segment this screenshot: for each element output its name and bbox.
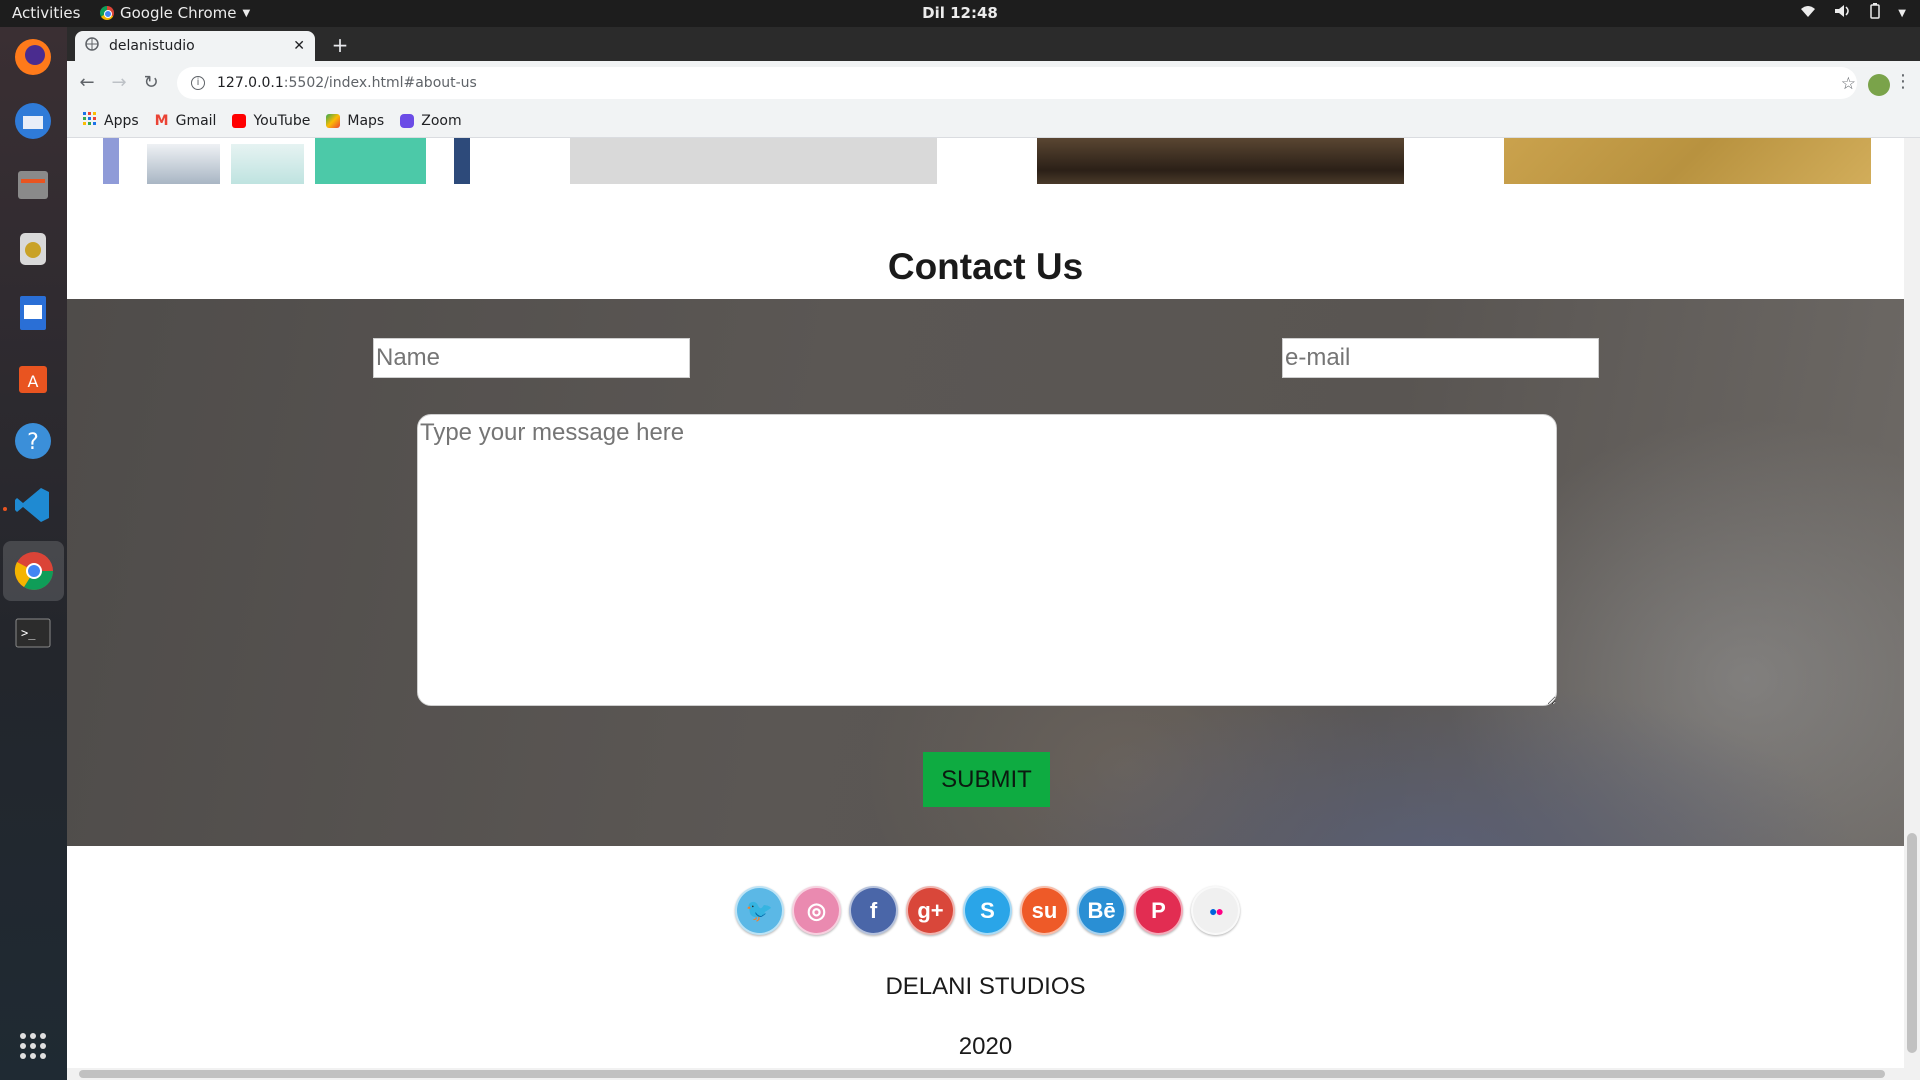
browser-toolbar: ← → ↻ i 127.0.0.1:5502/index.html#about-… — [67, 61, 1920, 105]
chrome-icon[interactable] — [3, 541, 64, 601]
writer-icon[interactable] — [9, 289, 57, 337]
chevron-down-icon: ▼ — [1898, 7, 1906, 19]
bookmark-gmail[interactable]: M Gmail — [155, 113, 217, 129]
behance-glyph: Bē — [1087, 897, 1116, 923]
svg-text:A: A — [28, 372, 39, 391]
email-input[interactable] — [1282, 338, 1599, 378]
google-plus-icon[interactable]: g+ — [906, 886, 955, 935]
skype-glyph: S — [980, 897, 995, 923]
portfolio-thumbnail[interactable] — [103, 138, 470, 184]
new-tab-button[interactable]: + — [325, 31, 355, 59]
google-plus-glyph: g+ — [917, 897, 944, 923]
portfolio-thumbnail[interactable] — [1037, 138, 1404, 184]
back-icon[interactable]: ← — [73, 69, 101, 97]
svg-text:?: ? — [27, 430, 39, 455]
wifi-icon — [1800, 4, 1816, 22]
running-indicator — [3, 507, 7, 511]
help-icon[interactable]: ? — [9, 417, 57, 465]
bookmark-zoom[interactable]: Zoom — [400, 113, 462, 129]
behance-icon[interactable]: Bē — [1077, 886, 1126, 935]
vertical-scrollbar[interactable] — [1904, 138, 1920, 1068]
footer-year: 2020 — [958, 1033, 1013, 1060]
bookmark-maps[interactable]: Maps — [326, 113, 384, 129]
horizontal-scrollbar[interactable] — [67, 1068, 1920, 1080]
social-links: 🐦 ◎ f g+ S su Bē P ● ● — [735, 886, 1240, 935]
reload-icon[interactable]: ↻ — [137, 69, 165, 97]
pinterest-icon[interactable]: P — [1134, 886, 1183, 935]
dock: A ? >_ — [0, 27, 67, 1080]
tab-title: delanistudio — [109, 38, 195, 54]
clock[interactable]: Dil 12:48 — [0, 4, 1920, 22]
rhythmbox-icon[interactable] — [9, 225, 57, 273]
submit-button[interactable]: SUBMIT — [923, 752, 1050, 807]
flickr-dot-pink: ● — [1215, 902, 1225, 919]
facebook-glyph: f — [869, 897, 878, 923]
bookmarks-bar: Apps M Gmail YouTube Maps Zoom — [67, 105, 1920, 138]
bookmark-label: Zoom — [421, 113, 462, 129]
bookmark-label: Gmail — [175, 113, 217, 129]
battery-icon — [1870, 3, 1881, 23]
close-icon[interactable]: ✕ — [293, 38, 305, 54]
files-icon[interactable] — [9, 161, 57, 209]
facebook-icon[interactable]: f — [849, 886, 898, 935]
firefox-icon[interactable] — [9, 33, 57, 81]
footer-brand: DELANI STUDIOS — [885, 973, 1086, 1000]
dribbble-glyph: ◎ — [806, 897, 827, 923]
show-apps-icon[interactable] — [9, 1022, 57, 1070]
message-input[interactable] — [417, 414, 1557, 706]
twitter-icon[interactable]: 🐦 — [735, 886, 784, 935]
stumbleupon-icon[interactable]: su — [1020, 886, 1069, 935]
menu-kebab-icon[interactable]: ⋮ — [1894, 71, 1912, 92]
tab-strip: delanistudio ✕ + — [67, 27, 1920, 61]
flickr-icon[interactable]: ● ● — [1191, 886, 1240, 935]
dribbble-icon[interactable]: ◎ — [792, 886, 841, 935]
skype-icon[interactable]: S — [963, 886, 1012, 935]
globe-icon — [85, 37, 99, 55]
bookmark-label: Apps — [104, 113, 139, 129]
scrollbar-thumb[interactable] — [1907, 833, 1917, 1053]
contact-section: SUBMIT — [67, 299, 1904, 846]
profile-avatar[interactable] — [1868, 74, 1890, 96]
portfolio-thumbnail[interactable] — [1504, 138, 1871, 184]
apps-grid-icon — [83, 112, 97, 130]
portfolio-thumbnail[interactable] — [570, 138, 937, 184]
address-bar[interactable]: i 127.0.0.1:5502/index.html#about-us — [177, 67, 1857, 99]
thunderbird-icon[interactable] — [9, 97, 57, 145]
tab-delanistudio[interactable]: delanistudio ✕ — [75, 31, 315, 61]
terminal-icon[interactable]: >_ — [9, 609, 57, 657]
youtube-icon — [232, 114, 247, 128]
stumbleupon-glyph: su — [1031, 897, 1058, 923]
bookmark-apps[interactable]: Apps — [83, 112, 139, 130]
contact-title: Contact Us — [887, 246, 1084, 287]
bookmark-label: Maps — [347, 113, 385, 129]
bookmark-youtube[interactable]: YouTube — [232, 113, 310, 129]
twitter-glyph: 🐦 — [745, 897, 774, 923]
maps-icon — [326, 114, 341, 128]
volume-icon — [1834, 4, 1852, 22]
system-tray[interactable]: ▼ — [1800, 3, 1906, 23]
pinterest-glyph: P — [1151, 897, 1166, 923]
info-icon[interactable]: i — [191, 76, 205, 90]
scrollbar-thumb[interactable] — [79, 1070, 1885, 1078]
forward-icon[interactable]: → — [105, 69, 133, 97]
browser-window: delanistudio ✕ + ← → ↻ i 127.0.0.1:5502/… — [67, 27, 1920, 1080]
page-viewport: Contact Us SUBMIT 🐦 ◎ f g+ S su Bē P ●● … — [67, 138, 1920, 1080]
software-center-icon[interactable]: A — [9, 353, 57, 401]
url-path: :5502/index.html#about-us — [283, 75, 477, 91]
system-top-bar: Activities Google Chrome ▼ Dil 12:48 ▼ — [0, 0, 1920, 27]
bookmark-label: YouTube — [253, 113, 311, 129]
url-host: 127.0.0.1 — [217, 75, 284, 91]
zoom-icon — [400, 114, 415, 128]
vscode-icon[interactable] — [9, 481, 57, 529]
bookmark-star-icon[interactable]: ☆ — [1841, 74, 1856, 94]
name-input[interactable] — [373, 338, 690, 378]
svg-text:>_: >_ — [21, 626, 36, 640]
gmail-icon: M — [154, 113, 169, 129]
